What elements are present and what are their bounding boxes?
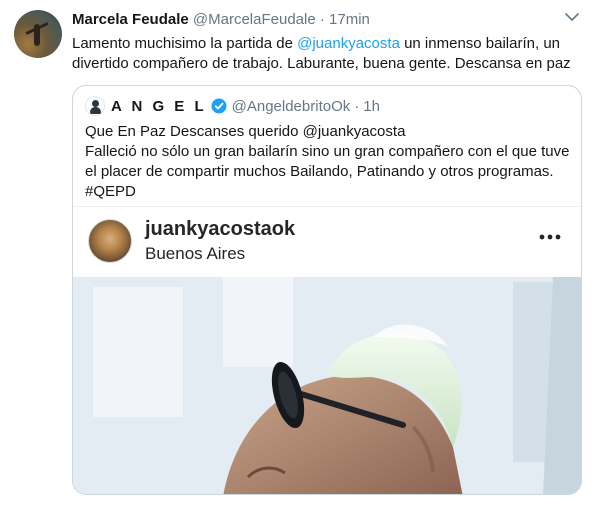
tweet-timestamp[interactable]: 17min [329,11,370,28]
photo-image [73,277,581,494]
author-name[interactable]: Marcela Feudale [72,11,189,28]
tweet-header: Marcela Feudale @MarcelaFeudale · 17min [72,11,370,28]
quoted-author-name: A N G E L [111,97,207,115]
quoted-text-line: Que En Paz Descanses querido @juankyacos… [85,123,406,140]
quoted-author-avatar [85,96,105,116]
verified-badge-icon [211,98,227,114]
quoted-author-handle: @AngeldebritoOk [231,97,351,115]
author-handle[interactable]: @MarcelaFeudale [193,11,316,28]
tweet-text-part: Lamento muchisimo la partida de [72,35,298,52]
author-avatar[interactable] [14,10,62,58]
instagram-avatar [88,219,132,263]
quoted-tweet-timestamp: 1h [363,97,380,115]
instagram-photo[interactable] [73,277,581,494]
chevron-down-icon[interactable] [565,12,579,22]
instagram-header: juankyacostaok Buenos Aires [73,207,581,277]
quoted-tweet-text: Que En Paz Descanses querido @juankyacos… [85,122,575,202]
separator-dot: · [354,97,360,115]
hashtag: #QEPD [85,183,136,200]
quoted-text-line: el placer de compartir muchos Bailando, … [85,163,554,180]
instagram-username: juankyacostaok [145,218,296,240]
quoted-tweet-header: A N G E L @AngeldebritoOk · 1h [85,96,380,116]
quoted-tweet[interactable]: A N G E L @AngeldebritoOk · 1h Que En Pa… [72,85,582,495]
separator-dot: · [319,11,325,28]
tweet-text: Lamento muchisimo la partida de @juankya… [72,34,582,74]
instagram-embed[interactable]: juankyacostaok Buenos Aires [73,206,581,494]
quoted-text-line: Falleció no sólo un gran bailarín sino u… [85,143,570,160]
mention-link[interactable]: @juankyacosta [297,35,400,52]
tweet: Marcela Feudale @MarcelaFeudale · 17min … [0,0,601,505]
instagram-location: Buenos Aires [145,244,246,263]
more-options-icon[interactable] [539,233,561,241]
